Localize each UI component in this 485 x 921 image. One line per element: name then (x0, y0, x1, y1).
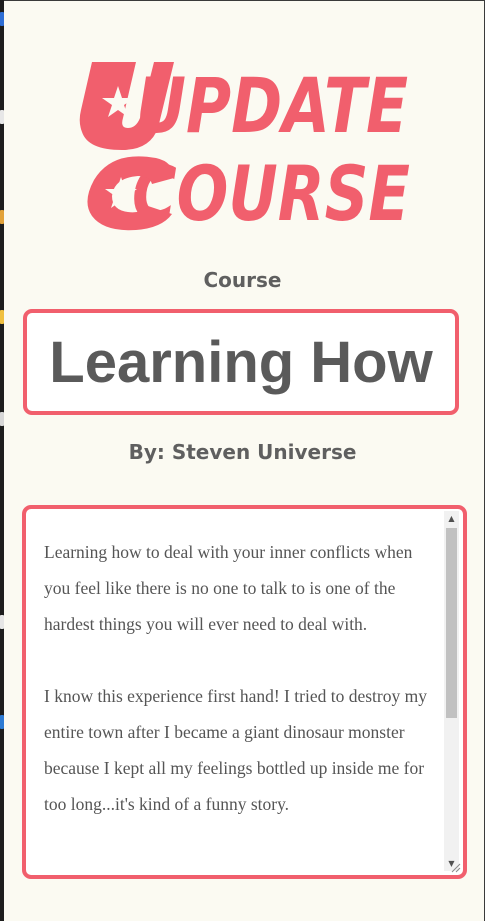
window-top-border (0, 0, 485, 1)
desktop-icon-fragment (0, 110, 4, 124)
vertical-scrollbar[interactable]: ▲ ▼ (444, 511, 459, 871)
page-title: UPDATE COURSE (79, 61, 410, 238)
resize-grip-icon[interactable] (449, 861, 461, 873)
description-textarea[interactable]: Learning how to deal with your inner con… (22, 505, 467, 879)
desktop-icon-fragment (0, 412, 4, 426)
course-label: Course (203, 268, 282, 292)
author-byline: By: Steven Universe (128, 440, 357, 464)
desktop-icon-fragment (0, 12, 4, 26)
description-paragraph-1: Learning how to deal with your inner con… (44, 542, 413, 634)
course-title-input[interactable] (23, 309, 459, 415)
scrollbar-thumb[interactable] (446, 528, 457, 718)
description-text[interactable]: Learning how to deal with your inner con… (44, 534, 429, 858)
desktop-icon-fragment (0, 715, 4, 729)
title-line-2: COURSE (132, 149, 410, 238)
desktop-icon-fragment (0, 210, 4, 224)
up-arrow-icon[interactable]: ▲ (444, 511, 459, 526)
description-paragraph-2: I know this experience first hand! I tri… (44, 686, 427, 814)
desktop-icon-fragment (0, 615, 4, 629)
title-line-1: UPDATE (136, 61, 408, 150)
desktop-icon-fragment (0, 310, 4, 324)
